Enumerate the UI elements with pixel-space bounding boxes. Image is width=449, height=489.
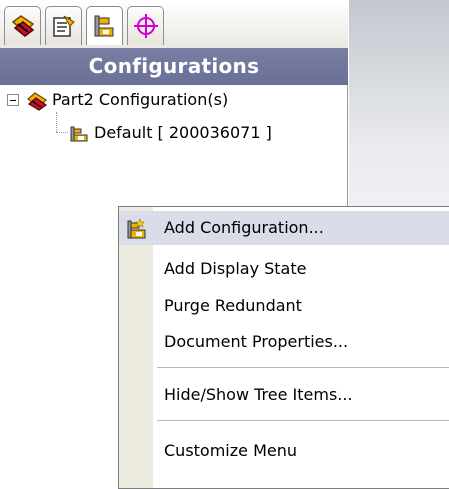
menu-item-document-properties[interactable]: Document Properties... — [119, 325, 449, 359]
collapse-toggle[interactable] — [7, 94, 19, 106]
feature-manager-icon — [11, 15, 35, 37]
menu-separator — [157, 367, 449, 368]
menu-item-add-configuration[interactable]: Add Configuration... — [119, 211, 449, 245]
menu-item-label: Purge Redundant — [164, 296, 302, 315]
menu-item-label: Hide/Show Tree Items... — [164, 385, 353, 404]
tree-connector — [56, 132, 68, 133]
configuration-manager-icon — [94, 15, 114, 37]
tree-item-default-config[interactable]: Default [ 200036071 ] — [70, 120, 272, 146]
add-configuration-icon — [127, 218, 146, 239]
tab-property-manager[interactable] — [45, 6, 82, 45]
tab-dimxpert-manager[interactable] — [127, 6, 164, 45]
manager-tab-strip — [0, 0, 348, 48]
menu-item-purge-redundant[interactable]: Purge Redundant — [119, 289, 449, 323]
menu-item-label: Customize Menu — [164, 441, 297, 460]
tree-child-label: Default [ 200036071 ] — [94, 123, 272, 142]
property-manager-icon — [53, 15, 75, 37]
dimxpert-manager-icon — [134, 14, 158, 38]
tree-root-label: Part2 Configuration(s) — [52, 90, 229, 109]
menu-item-customize-menu[interactable]: Customize Menu — [119, 434, 449, 468]
menu-item-label: Add Configuration... — [164, 218, 324, 237]
menu-item-hide-show-tree-items[interactable]: Hide/Show Tree Items... — [119, 378, 449, 412]
menu-item-label: Add Display State — [164, 259, 307, 278]
tree-connector — [56, 112, 57, 132]
menu-item-add-display-state[interactable]: Add Display State — [119, 252, 449, 286]
tab-configuration-manager[interactable] — [86, 6, 123, 45]
part-configurations-icon — [27, 91, 48, 111]
tree-item-root[interactable]: Part2 Configuration(s) — [26, 87, 228, 113]
configuration-icon — [70, 126, 88, 141]
tab-feature-manager[interactable] — [4, 6, 41, 45]
menu-separator — [157, 420, 449, 421]
panel-header-title: Configurations — [0, 48, 348, 85]
context-menu: Add Configuration... Add Display State P… — [118, 206, 449, 489]
menu-item-label: Document Properties... — [164, 332, 349, 351]
